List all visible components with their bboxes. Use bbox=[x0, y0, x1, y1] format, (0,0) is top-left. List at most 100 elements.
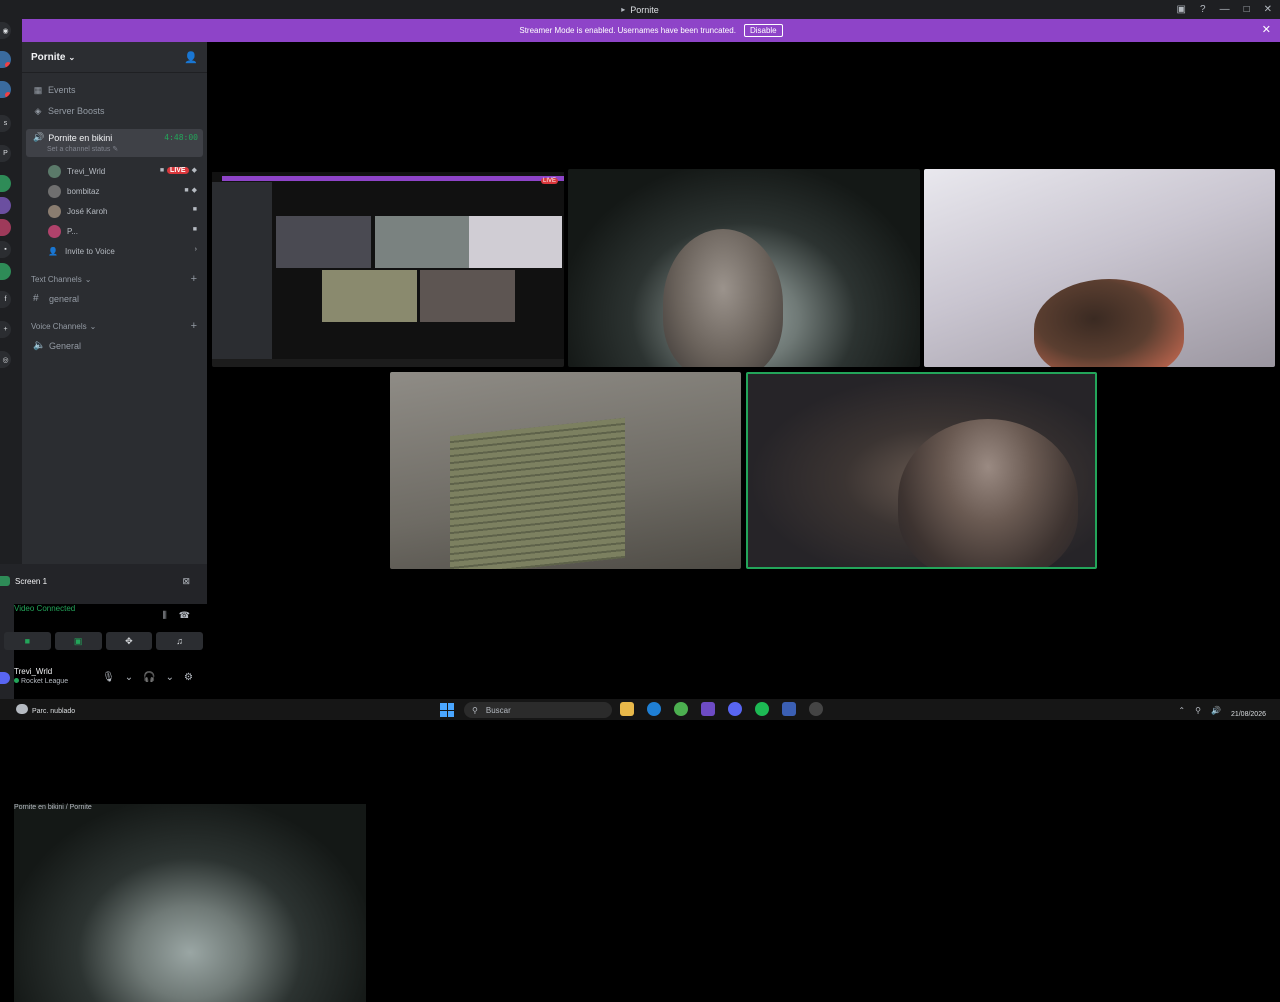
app-icon[interactable] bbox=[782, 702, 796, 716]
minimize-button[interactable]: — bbox=[1220, 4, 1230, 15]
weather-widget[interactable]: Parc. nublado bbox=[16, 702, 75, 715]
server-icon[interactable]: s bbox=[0, 115, 11, 132]
inbox-icon[interactable]: ▣ bbox=[1177, 4, 1186, 15]
voice-user[interactable]: Trevi_Wrld ■ LIVE ◆ bbox=[22, 162, 207, 181]
gear-icon[interactable]: ⚙ bbox=[184, 672, 193, 683]
video-tile-speaking[interactable] bbox=[746, 372, 1097, 569]
screen-label: Screen 1 bbox=[15, 576, 48, 586]
server-icon[interactable] bbox=[0, 219, 11, 236]
channel-sidebar: Pornite ⌄ 👤 ▦ Events ◈ Server Boosts 🔊 P… bbox=[22, 42, 207, 564]
volume-icon[interactable]: 🔊 bbox=[1211, 706, 1221, 715]
mini-sidebar bbox=[212, 182, 272, 362]
chevron-down-icon[interactable]: ⌄ bbox=[125, 672, 133, 683]
camera-icon: ■ bbox=[24, 636, 31, 646]
home-icon[interactable]: ◉ bbox=[0, 22, 11, 39]
category-text-channels[interactable]: Text Channels ⌄ + bbox=[22, 271, 207, 287]
server-icon[interactable]: P bbox=[0, 145, 11, 162]
server-icon[interactable] bbox=[0, 51, 11, 68]
chevron-down-icon[interactable]: ⌄ bbox=[166, 672, 174, 683]
server-icon[interactable] bbox=[0, 263, 11, 280]
participant-video bbox=[898, 419, 1078, 567]
window-title: Pornite bbox=[630, 4, 659, 15]
server-icon[interactable] bbox=[0, 197, 11, 214]
screen-share-row[interactable]: Screen 1 ⊠ bbox=[0, 572, 207, 590]
username: Trevi_Wrld bbox=[14, 667, 53, 676]
voice-channel-name: Pornite en bikini bbox=[48, 132, 113, 143]
server-icon[interactable] bbox=[0, 175, 11, 192]
video-tile-participant[interactable] bbox=[924, 169, 1275, 367]
mini-tile bbox=[322, 270, 417, 322]
avatar bbox=[48, 225, 61, 238]
activity-icon: ✥ bbox=[125, 635, 133, 646]
nav-events[interactable]: ▦ Events bbox=[22, 80, 207, 100]
voice-user-name: P... bbox=[67, 227, 78, 236]
server-icon[interactable]: ▪ bbox=[0, 241, 11, 258]
headphones-icon[interactable]: 🎧 bbox=[143, 672, 155, 683]
discover-icon[interactable]: ◎ bbox=[0, 351, 11, 368]
activities-button[interactable]: ✥ bbox=[105, 632, 153, 650]
mini-taskbar bbox=[212, 359, 564, 367]
server-icon[interactable]: f bbox=[0, 291, 11, 308]
mini-tile bbox=[420, 270, 515, 322]
help-icon[interactable]: ? bbox=[1200, 4, 1206, 15]
mic-icon[interactable]: 🎙 bbox=[102, 672, 115, 683]
date-text: 21/08/2026 bbox=[1230, 711, 1266, 718]
chrome-icon[interactable] bbox=[674, 702, 688, 716]
chevron-down-icon: ⌄ bbox=[84, 274, 92, 284]
user-panel[interactable]: Trevi_Wrld Rocket League 🎙 ⌄ 🎧 ⌄ ⚙ bbox=[0, 664, 207, 692]
video-tile-participant[interactable] bbox=[568, 169, 920, 367]
mini-banner bbox=[222, 176, 564, 181]
taskbar-search[interactable]: ⚲ Buscar bbox=[464, 702, 612, 718]
file-explorer-icon[interactable] bbox=[620, 702, 634, 716]
participant-video bbox=[663, 229, 783, 367]
app-icon[interactable] bbox=[809, 702, 823, 716]
category-label: Voice Channels bbox=[31, 321, 87, 331]
close-window-button[interactable]: ✕ bbox=[1264, 4, 1272, 15]
voice-user[interactable]: bombitaz ■ ◆ bbox=[22, 182, 207, 201]
network-icon[interactable]: ⚲ bbox=[1195, 706, 1201, 715]
screen-share-button[interactable]: ▣ bbox=[54, 632, 102, 650]
maximize-button[interactable]: □ bbox=[1244, 4, 1250, 15]
mini-tile bbox=[276, 216, 371, 268]
nav-server-boosts[interactable]: ◈ Server Boosts bbox=[22, 101, 207, 121]
stop-stream-icon[interactable]: ⊠ bbox=[182, 576, 190, 587]
close-icon[interactable]: ✕ bbox=[1262, 23, 1271, 36]
chevron-up-icon[interactable]: ⌃ bbox=[1178, 706, 1185, 715]
invite-people-icon[interactable]: 👤 bbox=[184, 51, 198, 64]
disable-streamer-mode-button[interactable]: Disable bbox=[743, 24, 783, 37]
noise-suppression-icon[interactable]: ⫼ bbox=[163, 610, 167, 621]
edge-icon[interactable] bbox=[647, 702, 661, 716]
create-channel-icon[interactable]: + bbox=[191, 320, 197, 332]
video-location[interactable]: Pornite en bikini / Pornite bbox=[14, 804, 366, 1002]
camera-button[interactable]: ■ bbox=[4, 632, 51, 650]
chevron-down-icon: ⌄ bbox=[89, 321, 97, 331]
voice-user[interactable]: José Karoh ■ bbox=[22, 202, 207, 221]
disconnect-icon[interactable]: ☎ bbox=[179, 610, 190, 621]
voice-channel-general[interactable]: 🔈 General bbox=[22, 336, 207, 355]
voice-channel-active[interactable]: 🔊 Pornite en bikini Set a channel status… bbox=[26, 129, 203, 157]
discord-icon[interactable] bbox=[728, 702, 742, 716]
participant-video bbox=[1034, 279, 1184, 367]
window-controls: ▣ ? — □ ✕ bbox=[1177, 0, 1272, 19]
windows-start-icon[interactable] bbox=[440, 703, 454, 717]
channel-status[interactable]: Set a channel status ✎ bbox=[47, 145, 203, 153]
spotify-icon[interactable] bbox=[755, 702, 769, 716]
create-channel-icon[interactable]: + bbox=[191, 273, 197, 285]
video-tile-stream[interactable]: LIVE bbox=[212, 169, 564, 367]
banner-text: Streamer Mode is enabled. Usernames have… bbox=[519, 26, 736, 35]
server-header[interactable]: Pornite ⌄ 👤 bbox=[22, 42, 207, 73]
video-tile-participant[interactable] bbox=[390, 372, 741, 569]
avatar bbox=[48, 185, 61, 198]
text-channel-general[interactable]: # general bbox=[22, 289, 207, 308]
app-icon[interactable] bbox=[701, 702, 715, 716]
add-server-icon[interactable]: + bbox=[0, 321, 11, 338]
call-timer: 4:48:00 bbox=[164, 133, 198, 142]
clock[interactable]: 21/08/2026 bbox=[1231, 701, 1266, 719]
category-voice-channels[interactable]: Voice Channels ⌄ + bbox=[22, 318, 207, 334]
voice-user[interactable]: P... ■ bbox=[22, 222, 207, 241]
server-icon[interactable] bbox=[0, 81, 11, 98]
soundboard-button[interactable]: ♫ bbox=[156, 632, 203, 650]
invite-to-voice[interactable]: 👤 Invite to Voice › bbox=[22, 242, 207, 261]
search-placeholder: Buscar bbox=[485, 705, 511, 715]
hashtag-icon: # bbox=[33, 293, 39, 304]
